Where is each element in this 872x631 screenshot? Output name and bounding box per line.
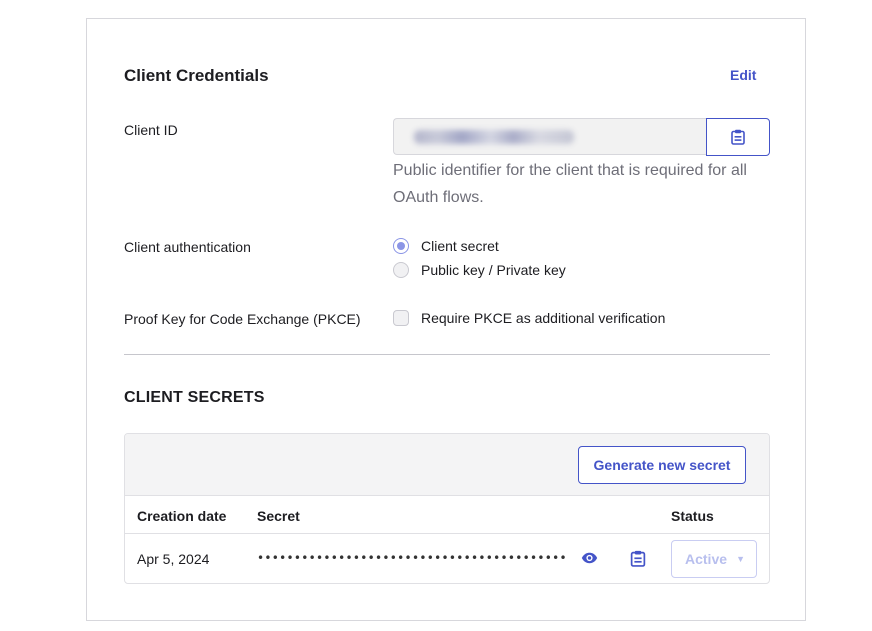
pkce-label: Proof Key for Code Exchange (PKCE)	[124, 311, 361, 327]
client-secrets-table: Generate new secret Creation date Secret…	[124, 433, 770, 584]
column-header-secret: Secret	[257, 508, 300, 524]
client-id-helper-text: Public identifier for the client that is…	[393, 162, 747, 206]
pkce-checkbox-label: Require PKCE as additional verification	[421, 310, 666, 326]
column-header-status: Status	[671, 508, 714, 524]
section-divider	[124, 354, 770, 355]
pkce-checkbox[interactable]	[393, 310, 409, 326]
radio-client-secret[interactable]: Client secret	[393, 238, 499, 254]
client-secrets-title: CLIENT SECRETS	[124, 389, 265, 406]
client-authentication-label: Client authentication	[124, 239, 251, 255]
header-divider	[125, 533, 769, 534]
client-id-field[interactable]	[393, 118, 707, 155]
radio-public-private-key[interactable]: Public key / Private key	[393, 262, 566, 278]
client-credentials-card: Client Credentials Edit Client ID Public…	[86, 18, 806, 621]
clipboard-icon	[731, 129, 745, 145]
edit-link[interactable]: Edit	[730, 67, 756, 83]
creation-date-cell: Apr 5, 2024	[137, 551, 210, 567]
radio-public-private-key-label: Public key / Private key	[421, 262, 566, 278]
radio-button[interactable]	[393, 262, 409, 278]
copy-client-id-button[interactable]	[706, 118, 770, 156]
eye-icon[interactable]	[581, 552, 598, 564]
table-toolbar: Generate new secret	[125, 434, 769, 496]
caret-down-icon: ▼	[736, 554, 745, 564]
client-id-label: Client ID	[124, 122, 178, 138]
masked-secret: ••••••••••••••••••••••••••••••••••••••••…	[257, 551, 567, 565]
status-dropdown[interactable]: Active ▼	[671, 540, 757, 578]
pkce-checkbox-row[interactable]: Require PKCE as additional verification	[393, 310, 665, 326]
generate-new-secret-button[interactable]: Generate new secret	[578, 446, 746, 484]
client-id-value-obscured	[414, 130, 574, 144]
radio-button-selected[interactable]	[393, 238, 409, 254]
radio-client-secret-label: Client secret	[421, 238, 499, 254]
column-header-creation-date: Creation date	[137, 508, 227, 524]
section-title: Client Credentials	[124, 66, 269, 85]
clipboard-icon[interactable]	[630, 550, 646, 567]
status-value: Active	[685, 551, 728, 567]
